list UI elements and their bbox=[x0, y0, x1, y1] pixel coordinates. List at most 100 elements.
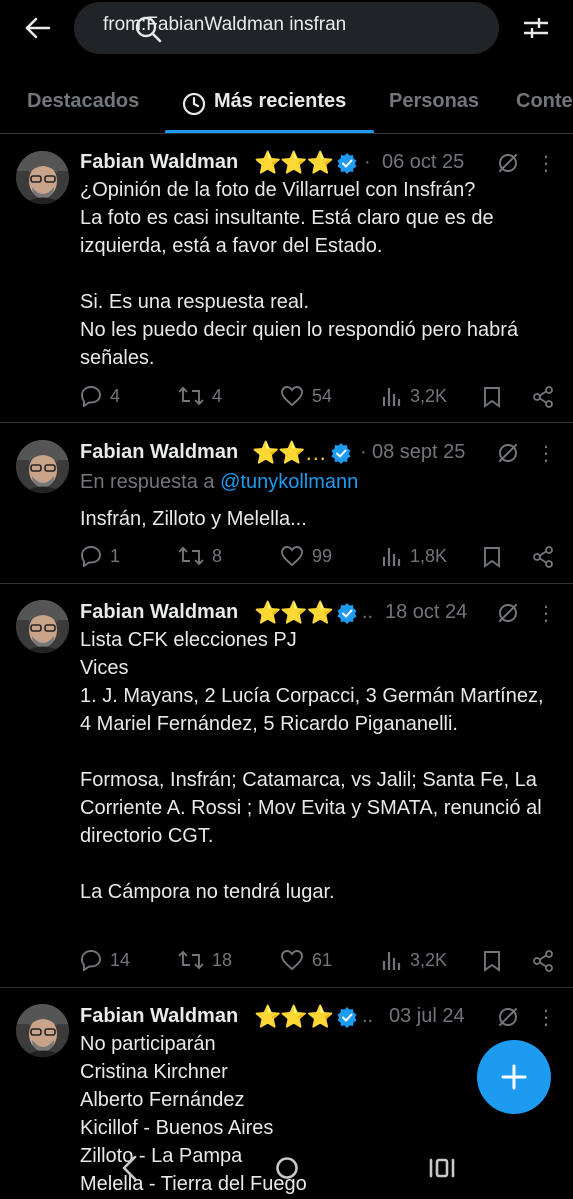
like-button[interactable]: 54 bbox=[280, 385, 332, 407]
nav-back-icon[interactable] bbox=[120, 1154, 140, 1182]
more-options-icon[interactable]: ⋮ bbox=[536, 601, 556, 626]
tweet-date[interactable]: 06 oct 25 bbox=[382, 151, 464, 174]
grok-icon[interactable] bbox=[497, 152, 519, 174]
tweet-actions: 4 4 54 3,2K bbox=[80, 385, 560, 411]
avatar[interactable] bbox=[16, 600, 69, 653]
reply-handle-link[interactable]: @tunykollmann bbox=[220, 471, 358, 493]
repost-button[interactable]: 4 bbox=[178, 385, 222, 407]
dot-separator: · bbox=[360, 441, 367, 463]
reply-button[interactable]: 4 bbox=[80, 385, 120, 407]
reply-context: En respuesta a @tunykollmann bbox=[80, 471, 358, 494]
tab-mas-recientes[interactable]: Más recientes bbox=[214, 90, 346, 113]
reply-icon bbox=[81, 386, 101, 407]
like-count: 54 bbox=[312, 385, 333, 406]
repost-icon bbox=[178, 386, 204, 406]
like-button[interactable]: 99 bbox=[280, 545, 332, 567]
tweet-item[interactable]: Fabian Waldman ⭐⭐⭐ .. 18 oct 24 ⋮ Lista … bbox=[0, 585, 573, 988]
reply-button[interactable]: 14 bbox=[80, 949, 130, 971]
author-name[interactable]: Fabian Waldman bbox=[80, 601, 238, 624]
star-emoji: ⭐⭐… bbox=[252, 440, 327, 465]
tweet-header: Fabian Waldman ⭐⭐⭐ .. 18 oct 24 ⋮ bbox=[80, 600, 560, 627]
views-chart-icon bbox=[382, 952, 401, 970]
tweet-header: Fabian Waldman ⭐⭐… · 08 sept 25 ⋮ bbox=[80, 440, 560, 467]
system-nav-bar bbox=[0, 1150, 573, 1186]
top-bar: from:FabianWaldman insfran bbox=[0, 0, 573, 58]
author-name[interactable]: Fabian Waldman bbox=[80, 1005, 238, 1028]
nav-home-icon[interactable] bbox=[274, 1154, 300, 1182]
tweet-item[interactable]: Fabian Waldman ⭐⭐… · 08 sept 25 ⋮ En res… bbox=[0, 424, 573, 584]
reply-count: 4 bbox=[110, 385, 121, 406]
reply-count: 1 bbox=[110, 545, 121, 566]
author-name[interactable]: Fabian Waldman bbox=[80, 151, 238, 174]
reply-button[interactable]: 1 bbox=[80, 545, 120, 567]
heart-icon bbox=[281, 386, 303, 407]
views-button[interactable]: 3,2K bbox=[382, 385, 447, 407]
verified-badge-icon bbox=[336, 152, 358, 175]
verified-badge-icon bbox=[336, 1006, 358, 1029]
reply-prefix: En respuesta a bbox=[80, 471, 215, 493]
views-count: 3,2K bbox=[410, 949, 448, 970]
nav-recents-icon[interactable] bbox=[428, 1154, 456, 1182]
repost-icon bbox=[178, 950, 204, 970]
avatar[interactable] bbox=[16, 1004, 69, 1057]
tab-destacados[interactable]: Destacados bbox=[27, 90, 139, 113]
repost-count: 18 bbox=[212, 949, 233, 970]
author-name[interactable]: Fabian Waldman bbox=[80, 441, 238, 464]
share-icon[interactable] bbox=[532, 950, 554, 972]
views-chart-icon bbox=[382, 388, 401, 406]
tweet-header: Fabian Waldman ⭐⭐⭐ .. 03 jul 24 ⋮ bbox=[80, 1004, 560, 1031]
tweet-date[interactable]: 08 sept 25 bbox=[372, 441, 465, 464]
dot-separator: .. bbox=[362, 601, 374, 623]
more-options-icon[interactable]: ⋮ bbox=[536, 151, 556, 176]
repost-count: 8 bbox=[212, 545, 223, 566]
grok-icon[interactable] bbox=[497, 442, 519, 464]
tab-contenido[interactable]: Conte bbox=[516, 90, 573, 113]
tweet-text: Insfrán, Zilloto y Melella... bbox=[80, 508, 307, 530]
verified-badge-icon bbox=[336, 602, 358, 625]
tweet-text: ¿Opinión de la foto de Villarruel con In… bbox=[80, 179, 519, 369]
search-query: from:FabianWaldman insfran bbox=[103, 14, 347, 35]
search-tabs: Destacados Más recientes Personas Conte bbox=[0, 74, 573, 134]
star-emoji: ⭐⭐⭐ bbox=[254, 600, 334, 625]
repost-count: 4 bbox=[212, 385, 223, 406]
repost-icon bbox=[178, 546, 204, 566]
plus-icon bbox=[501, 1064, 527, 1090]
dot-separator: · bbox=[364, 151, 371, 173]
share-icon[interactable] bbox=[532, 546, 554, 568]
more-options-icon[interactable]: ⋮ bbox=[536, 1005, 556, 1030]
tweet-item[interactable]: Fabian Waldman ⭐⭐⭐ · 06 oct 25 ⋮ ¿Opinió… bbox=[0, 135, 573, 423]
filter-sliders-icon[interactable] bbox=[518, 12, 554, 44]
tweet-date[interactable]: 03 jul 24 bbox=[389, 1005, 465, 1028]
bookmark-icon[interactable] bbox=[482, 950, 502, 972]
like-count: 61 bbox=[312, 949, 333, 970]
bookmark-icon[interactable] bbox=[482, 546, 502, 568]
compose-button[interactable] bbox=[477, 1040, 551, 1114]
tweet-actions: 14 18 61 3,2K bbox=[80, 949, 560, 975]
like-button[interactable]: 61 bbox=[280, 949, 332, 971]
repost-button[interactable]: 18 bbox=[178, 949, 232, 971]
tweet-text: Lista CFK elecciones PJ Vices 1. J. Maya… bbox=[80, 629, 544, 903]
avatar[interactable] bbox=[16, 440, 69, 493]
bookmark-icon[interactable] bbox=[482, 386, 502, 408]
tweet-actions: 1 8 99 1,8K bbox=[80, 545, 560, 571]
more-options-icon[interactable]: ⋮ bbox=[536, 441, 556, 466]
avatar[interactable] bbox=[16, 151, 69, 204]
views-button[interactable]: 3,2K bbox=[382, 949, 447, 971]
star-emoji: ⭐⭐⭐ bbox=[254, 1004, 334, 1029]
grok-icon[interactable] bbox=[497, 602, 519, 624]
tweet-date[interactable]: 18 oct 24 bbox=[385, 601, 467, 624]
like-count: 99 bbox=[312, 545, 333, 566]
dot-separator: .. bbox=[362, 1005, 374, 1027]
reply-icon bbox=[81, 546, 101, 567]
reply-count: 14 bbox=[110, 949, 131, 970]
grok-icon[interactable] bbox=[497, 1006, 519, 1028]
repost-button[interactable]: 8 bbox=[178, 545, 222, 567]
views-button[interactable]: 1,8K bbox=[382, 545, 447, 567]
share-icon[interactable] bbox=[532, 386, 554, 408]
star-emoji: ⭐⭐⭐ bbox=[254, 150, 334, 175]
heart-icon bbox=[281, 950, 303, 971]
tab-personas[interactable]: Personas bbox=[389, 90, 479, 113]
back-arrow-icon[interactable] bbox=[18, 12, 58, 44]
views-count: 1,8K bbox=[410, 545, 448, 566]
heart-icon bbox=[281, 546, 303, 567]
